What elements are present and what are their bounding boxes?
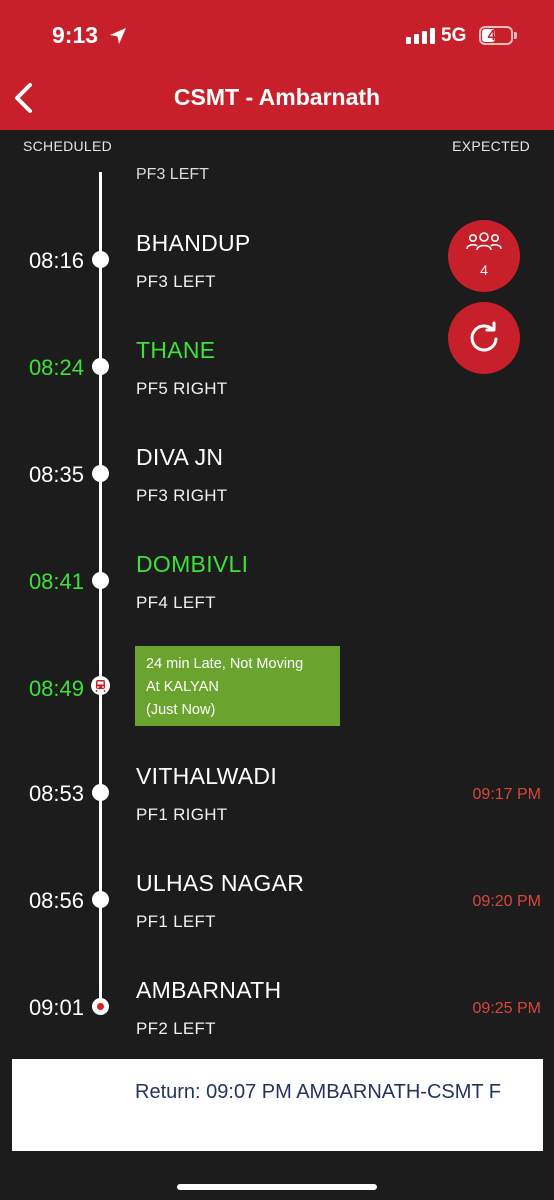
stop-row-dombivli[interactable]: 08:41 DOMBIVLI PF4 LEFT	[0, 551, 554, 651]
station-name: VITHALWADI	[136, 763, 278, 789]
refresh-icon	[470, 321, 498, 352]
partial-platform-label: PF3 LEFT	[136, 166, 209, 183]
page-title: CSMT - Ambarnath	[173, 84, 381, 110]
stop-dot	[92, 251, 109, 268]
scheduled-time: 08:35	[28, 462, 84, 487]
stop-row-diva-jn[interactable]: 08:35 DIVA JN PF3 RIGHT	[0, 444, 554, 544]
stop-dot	[92, 784, 109, 801]
battery-level: 41	[487, 27, 505, 44]
people-icon	[466, 232, 502, 251]
location-arrow-icon	[110, 28, 126, 44]
station-name: AMBARNATH	[136, 977, 282, 1003]
stop-row-ulhas-nagar[interactable]: 08:56 ULHAS NAGAR PF1 LEFT 09:20 PM	[0, 870, 554, 970]
stop-dot	[92, 358, 109, 375]
return-train-text: Return: 09:07 PM AMBARNATH-CSMT F	[135, 1081, 502, 1103]
station-name: BHANDUP	[136, 230, 251, 256]
crowd-button[interactable]: 4	[448, 220, 520, 292]
battery-icon: 41	[479, 26, 513, 45]
live-status-delay: 24 min Late, Not Moving	[146, 656, 304, 672]
return-train-bar[interactable]: Return: 09:07 PM AMBARNATH-CSMT F	[12, 1059, 543, 1151]
status-bar-time: 9:13	[52, 22, 99, 48]
scheduled-time: 08:56	[28, 888, 84, 913]
station-name: ULHAS NAGAR	[136, 870, 305, 896]
live-status-box: 24 min Late, Not Moving At KALYAN (Just …	[135, 646, 340, 726]
expected-column-header: EXPECTED	[452, 138, 530, 154]
station-name: THANE	[136, 337, 216, 363]
scheduled-column-header: SCHEDULED	[23, 138, 113, 154]
stop-dot	[92, 891, 109, 908]
live-status-location: At KALYAN	[146, 679, 219, 695]
destination-dot	[92, 998, 109, 1015]
platform-info: PF4 LEFT	[136, 593, 216, 612]
expected-time: 09:17 PM	[472, 786, 541, 803]
train-position-icon	[91, 676, 110, 695]
platform-info: PF2 LEFT	[136, 1019, 216, 1038]
station-name: DOMBIVLI	[136, 551, 249, 577]
stop-row-vithalwadi[interactable]: 08:53 VITHALWADI PF1 RIGHT 09:17 PM	[0, 763, 554, 863]
station-name: DIVA JN	[136, 444, 224, 470]
scheduled-time: 09:01	[28, 995, 84, 1020]
network-type: 5G	[441, 25, 467, 46]
platform-info: PF1 LEFT	[136, 912, 216, 931]
live-status-updated: (Just Now)	[146, 702, 216, 718]
platform-info: PF3 RIGHT	[136, 486, 228, 505]
expected-time: 09:20 PM	[472, 893, 541, 910]
home-indicator[interactable]	[177, 1184, 377, 1190]
scheduled-time: 08:41	[28, 569, 84, 594]
live-scheduled-time: 08:49	[28, 676, 84, 701]
app-header: 9:13 5G 41 CSMT - Ambarnath	[0, 0, 554, 130]
expected-time: 09:25 PM	[472, 1000, 541, 1017]
cellular-signal-icon	[406, 28, 435, 44]
platform-info: PF1 RIGHT	[136, 805, 228, 824]
platform-info: PF3 LEFT	[136, 272, 216, 291]
scheduled-time: 08:16	[28, 248, 84, 273]
platform-info: PF5 RIGHT	[136, 379, 228, 398]
stop-dot	[92, 465, 109, 482]
battery-tip	[514, 32, 517, 39]
stop-dot	[92, 572, 109, 589]
crowd-count: 4	[480, 262, 488, 278]
refresh-button[interactable]	[448, 302, 520, 374]
scheduled-time: 08:24	[28, 355, 84, 380]
scheduled-time: 08:53	[28, 781, 84, 806]
